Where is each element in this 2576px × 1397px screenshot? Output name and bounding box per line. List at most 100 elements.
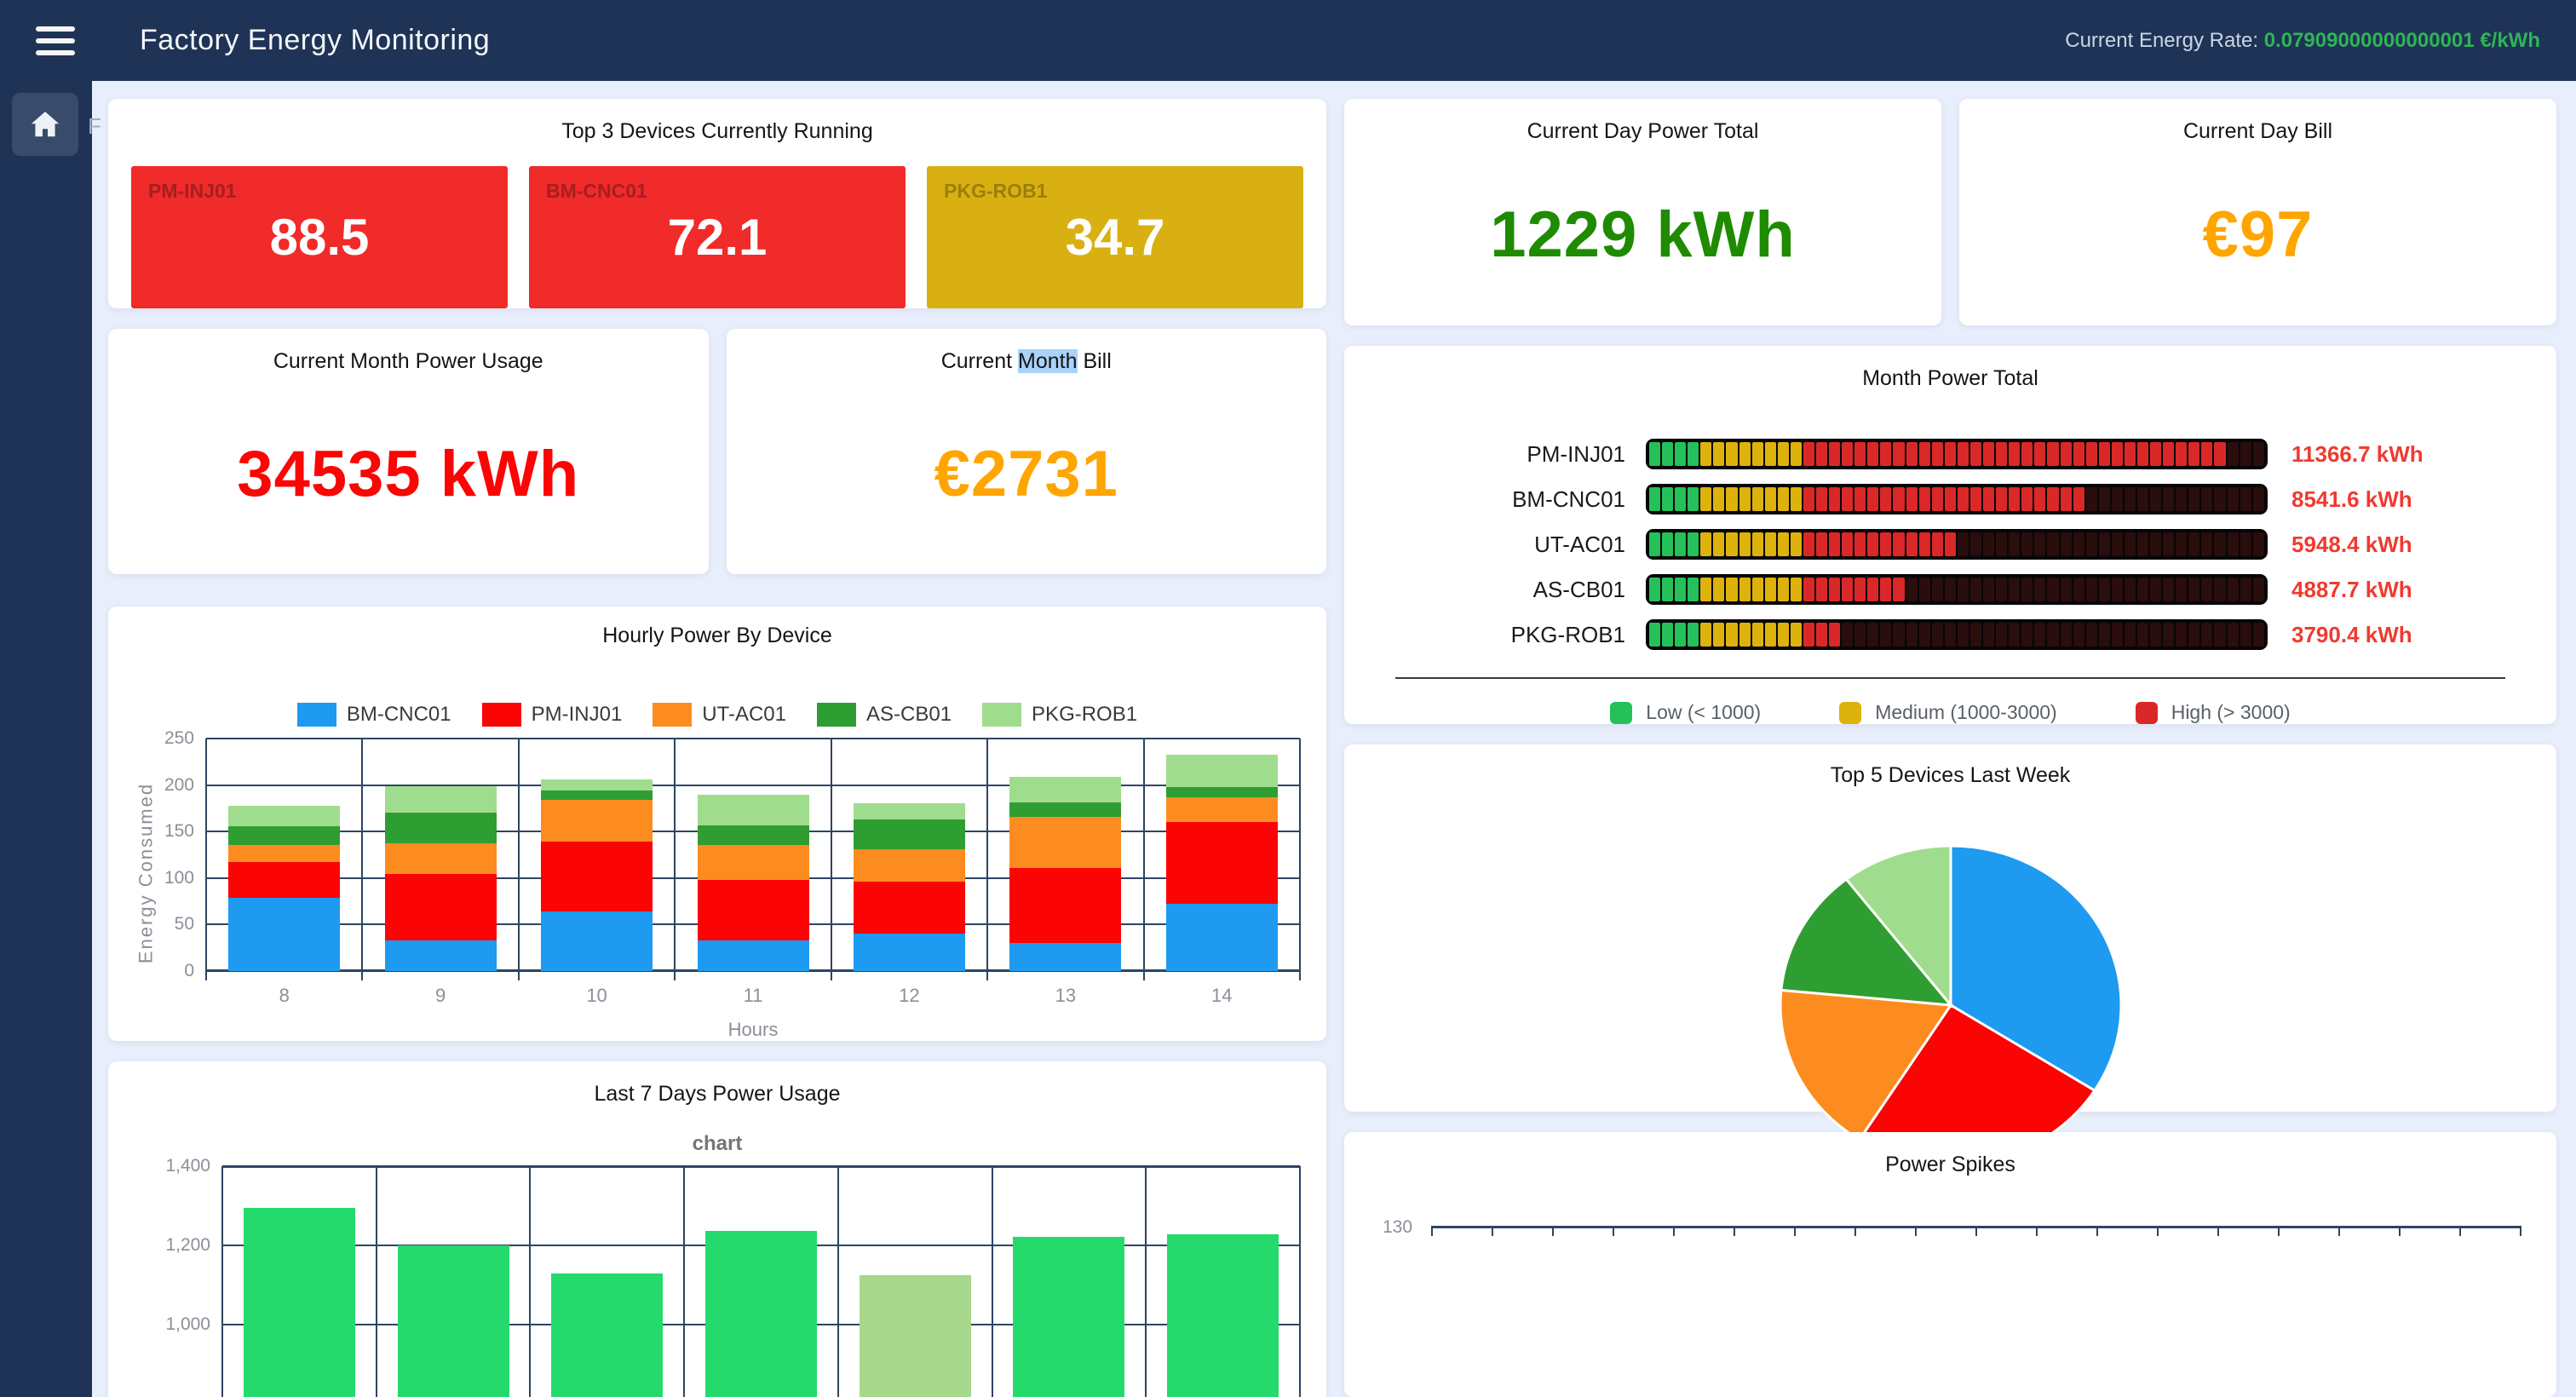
stacked-bar[interactable] bbox=[1166, 755, 1278, 971]
bar-segment[interactable] bbox=[228, 806, 340, 826]
device-tile[interactable]: PM-INJ0188.5 bbox=[131, 166, 508, 308]
bar-segment[interactable] bbox=[698, 795, 809, 825]
gauge-segment bbox=[2240, 578, 2251, 601]
bar-segment[interactable] bbox=[1009, 943, 1121, 971]
power-spikes-chart[interactable]: 130 bbox=[1432, 1226, 2521, 1396]
bar-segment[interactable] bbox=[228, 898, 340, 971]
bar-segment[interactable] bbox=[228, 845, 340, 863]
bar[interactable] bbox=[1013, 1237, 1124, 1397]
bar-segment[interactable] bbox=[1009, 817, 1121, 868]
stacked-bar[interactable] bbox=[228, 806, 340, 971]
bar-segment[interactable] bbox=[1166, 822, 1278, 904]
chart-title: Hourly Power By Device bbox=[108, 607, 1326, 648]
axis-tick bbox=[1854, 1226, 1856, 1236]
legend-swatch bbox=[982, 703, 1021, 727]
bar-segment[interactable] bbox=[228, 826, 340, 845]
gauge-segment bbox=[2034, 623, 2045, 647]
rate-label: Current Energy Rate: bbox=[2065, 29, 2258, 52]
gauge-segment bbox=[1880, 623, 1891, 647]
bar-segment[interactable] bbox=[1166, 787, 1278, 797]
gauge-segment bbox=[1765, 442, 1776, 466]
gauge-segment bbox=[1829, 532, 1840, 556]
bar-segment[interactable] bbox=[854, 849, 965, 882]
gauge-device-label: AS-CB01 bbox=[1344, 577, 1625, 603]
gauge-segment bbox=[2112, 623, 2123, 647]
sidebar-item-home[interactable] bbox=[12, 93, 78, 156]
card-title: Current Day Bill bbox=[1959, 99, 2556, 144]
bar-segment[interactable] bbox=[698, 880, 809, 940]
gauge-segment bbox=[2061, 487, 2072, 511]
bar[interactable] bbox=[244, 1208, 355, 1397]
stacked-bar[interactable] bbox=[385, 786, 497, 971]
bar-segment[interactable] bbox=[1166, 797, 1278, 822]
bar-segment[interactable] bbox=[385, 940, 497, 971]
legend-item[interactable]: UT-AC01 bbox=[653, 703, 786, 727]
legend-item[interactable]: PM-INJ01 bbox=[482, 703, 623, 727]
bar-segment[interactable] bbox=[854, 934, 965, 971]
gauge-segment bbox=[2021, 487, 2033, 511]
stacked-bar[interactable] bbox=[698, 795, 809, 971]
bar-segment[interactable] bbox=[541, 911, 653, 971]
hamburger-menu-icon[interactable] bbox=[36, 26, 75, 55]
gauge-segment bbox=[2073, 487, 2084, 511]
device-tile[interactable]: BM-CNC0172.1 bbox=[529, 166, 906, 308]
gauge-segment bbox=[1854, 578, 1866, 601]
top5-pie-chart[interactable] bbox=[1772, 842, 2130, 1169]
bar-segment[interactable] bbox=[385, 843, 497, 874]
gauge-segment bbox=[1713, 532, 1724, 556]
device-name: PM-INJ01 bbox=[148, 180, 491, 203]
gauge-segment bbox=[2137, 487, 2148, 511]
gauge-segment bbox=[1803, 532, 1814, 556]
gauge-segment bbox=[1649, 532, 1660, 556]
hourly-stacked-bar-chart[interactable]: 050100150200250 bbox=[206, 739, 1300, 971]
gauge-segment bbox=[1919, 532, 1930, 556]
bar-segment[interactable] bbox=[1166, 904, 1278, 971]
bar-segment[interactable] bbox=[698, 825, 809, 845]
bar[interactable] bbox=[860, 1275, 971, 1397]
gridline bbox=[376, 1166, 377, 1397]
legend-item[interactable]: PKG-ROB1 bbox=[982, 703, 1137, 727]
bar-segment[interactable] bbox=[854, 819, 965, 849]
bar-segment[interactable] bbox=[541, 842, 653, 911]
bar-segment[interactable] bbox=[385, 786, 497, 813]
bar-segment[interactable] bbox=[1009, 868, 1121, 943]
bar-segment[interactable] bbox=[541, 800, 653, 842]
last7-bar-chart[interactable]: 1,4001,2001,000 bbox=[222, 1166, 1300, 1397]
bar-segment[interactable] bbox=[541, 779, 653, 790]
device-tile[interactable]: PKG-ROB134.7 bbox=[927, 166, 1303, 308]
bar[interactable] bbox=[398, 1245, 509, 1397]
gauge-bar bbox=[1646, 574, 2268, 605]
bar-segment[interactable] bbox=[698, 940, 809, 971]
gauge-segment bbox=[1842, 487, 1853, 511]
stacked-bar[interactable] bbox=[854, 803, 965, 971]
chart-title: Power Spikes bbox=[1344, 1132, 2556, 1177]
bar-segment[interactable] bbox=[385, 874, 497, 940]
bar-segment[interactable] bbox=[1009, 777, 1121, 803]
bar-segment[interactable] bbox=[541, 790, 653, 800]
gauge-segment bbox=[1867, 442, 1878, 466]
y-tick-label: 100 bbox=[164, 868, 194, 888]
gauge-segment bbox=[1778, 442, 1789, 466]
stacked-bar[interactable] bbox=[1009, 777, 1121, 971]
card-day-bill: Current Day Bill €97 bbox=[1959, 99, 2556, 325]
bar-segment[interactable] bbox=[1009, 802, 1121, 816]
gauge-segment bbox=[1816, 578, 1827, 601]
gridline bbox=[205, 739, 207, 971]
card-title: Month Power Total bbox=[1344, 346, 2556, 391]
bar-segment[interactable] bbox=[698, 845, 809, 880]
gauge-segment bbox=[2176, 487, 2187, 511]
bar-segment[interactable] bbox=[1166, 755, 1278, 787]
bar-segment[interactable] bbox=[228, 862, 340, 897]
bar-segment[interactable] bbox=[854, 882, 965, 934]
axis-tick bbox=[1552, 1226, 1554, 1236]
bar[interactable] bbox=[551, 1273, 663, 1397]
bar-segment[interactable] bbox=[854, 803, 965, 819]
stacked-bar[interactable] bbox=[541, 779, 653, 971]
gauge-segment bbox=[2150, 578, 2161, 601]
gauge-segment bbox=[1765, 532, 1776, 556]
bar-segment[interactable] bbox=[385, 813, 497, 843]
legend-item[interactable]: AS-CB01 bbox=[817, 703, 952, 727]
legend-item[interactable]: BM-CNC01 bbox=[297, 703, 451, 727]
bar[interactable] bbox=[1167, 1234, 1279, 1397]
bar[interactable] bbox=[705, 1231, 817, 1397]
